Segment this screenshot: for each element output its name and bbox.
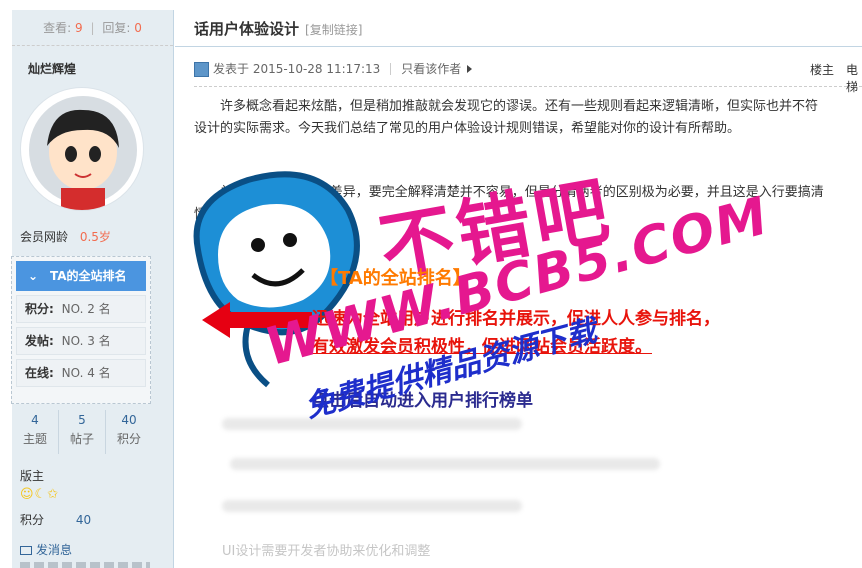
send-message-link[interactable]: 发消息 xyxy=(20,541,72,558)
rank-row-posts: 发帖: NO. 3 名 xyxy=(16,327,146,355)
send-message-label: 发消息 xyxy=(36,543,73,557)
rank-row-label: 积分: xyxy=(25,302,54,316)
promo-line-1: 迅速为全站用户进行排名并展示，促进人人参与排名， xyxy=(312,309,720,329)
avatar[interactable] xyxy=(20,87,144,211)
meta-divider xyxy=(390,63,392,75)
envelope-icon xyxy=(20,546,32,555)
counter-value: 40 xyxy=(121,413,137,427)
user-points: 积分 40 xyxy=(20,511,91,528)
post-paragraph: 设计的实际需求。今天我们总结了常见的用户体验设计规则错误，希望能对你的设计有所帮… xyxy=(194,118,862,140)
rank-row-value: NO. 3 名 xyxy=(61,334,111,348)
blurred-text xyxy=(222,418,522,430)
promo-line-2: 有效激发会员积极性，促进网站会员活跃度。 xyxy=(312,337,652,357)
rank-row-label: 发帖: xyxy=(25,334,54,348)
watermark-slogan: 免费提供精品资源下载 xyxy=(301,313,601,426)
author-name[interactable]: 灿烂辉煌 xyxy=(12,46,173,77)
user-role[interactable]: 版主 xyxy=(20,467,44,484)
stats-divider: | xyxy=(90,21,95,35)
paragraph-line: 设计的实际需求。今天我们总结了常见的用户体验设计规则错误，希望能对你的设计有所帮… xyxy=(194,121,741,136)
replies-label: 回复: xyxy=(102,21,131,35)
faint-line: UI设计需要开发者协助来优化和调整 xyxy=(222,544,431,559)
title-divider xyxy=(175,46,862,47)
avatar-image xyxy=(29,96,137,210)
user-points-label: 积分 xyxy=(20,513,45,527)
thread-title: 话用户体验设计 [复制链接] xyxy=(194,18,362,39)
caret-right-icon xyxy=(467,65,473,73)
online-status-icon xyxy=(194,61,209,77)
paragraph-line: 情。 xyxy=(194,207,221,222)
member-age: 会员网龄 0.5岁 xyxy=(20,228,111,245)
replies-count: 0 xyxy=(134,21,142,35)
counter-points[interactable]: 40 积分 xyxy=(106,410,152,454)
paragraph-line: 关于UI和UX之间的差异，要完全解释清楚并不容易，但是分清两者的区别极为必要，并… xyxy=(220,185,824,200)
counter-label: 帖子 xyxy=(69,432,94,446)
site-rank-button-label: TA的全站排名 xyxy=(50,269,127,283)
counter-label: 主题 xyxy=(22,432,47,446)
post-date: 发表于 2015-10-28 11:17:13 xyxy=(213,62,381,76)
elevator-link[interactable]: 电梯 xyxy=(846,61,862,95)
member-age-label: 会员网龄 xyxy=(20,230,69,244)
views-count: 9 xyxy=(75,21,83,35)
member-age-value: 0.5岁 xyxy=(79,230,111,244)
chevron-down-icon: ⌄ xyxy=(28,269,39,283)
thread-title-text: 话用户体验设计 xyxy=(194,20,300,38)
rank-row-value: NO. 4 名 xyxy=(61,366,111,380)
meta-divider-line xyxy=(194,86,862,87)
author-counters: 4 主题 5 帖子 40 积分 xyxy=(12,410,152,454)
counter-value: 5 xyxy=(78,413,86,427)
counter-value: 4 xyxy=(31,413,39,427)
arrow-left-icon xyxy=(202,302,312,338)
post-paragraph: 情。 xyxy=(194,204,862,226)
counter-threads[interactable]: 4 主题 xyxy=(12,410,59,454)
site-rank-box: ⌄ TA的全站排名 积分: NO. 2 名 发帖: NO. 3 名 在线: NO… xyxy=(11,256,151,404)
only-author-link[interactable]: 只看该作者 xyxy=(401,61,461,77)
rank-row-points: 积分: NO. 2 名 xyxy=(16,295,146,323)
floor-label: 楼主 xyxy=(810,63,835,77)
copy-link-button[interactable]: [复制链接] xyxy=(305,23,362,37)
paragraph-line: 许多概念看起来炫酷，但是稍加推敲就会发现它的谬误。还有一些规则看起来逻辑清晰，但… xyxy=(220,99,819,114)
thread-stats: 查看: 9 | 回复: 0 xyxy=(12,10,173,46)
medal-icons: ☺☾✩ xyxy=(20,487,60,502)
blurred-text xyxy=(222,500,522,512)
views-label: 查看: xyxy=(43,21,72,35)
promo-ranking-link[interactable]: 点击后自动进入用户排行榜单 xyxy=(312,386,533,411)
profile-links-strip xyxy=(20,562,150,568)
blurred-text xyxy=(230,458,660,470)
user-points-value: 40 xyxy=(75,513,92,527)
rank-row-value: NO. 2 名 xyxy=(61,302,111,316)
rank-row-online: 在线: NO. 4 名 xyxy=(16,359,146,387)
post-meta: 发表于 2015-10-28 11:17:13 只看该作者 xyxy=(194,61,473,77)
faint-heading: UX设计(用户体验设计) xyxy=(222,250,355,265)
promo-title: 【TA的全站排名】 xyxy=(320,268,471,289)
post-paragraph: 关于UI和UX之间的差异，要完全解释清楚并不容易，但是分清两者的区别极为必要，并… xyxy=(194,182,862,204)
site-rank-button[interactable]: ⌄ TA的全站排名 xyxy=(16,261,146,291)
rank-row-label: 在线: xyxy=(25,366,54,380)
post-paragraph: 许多概念看起来炫酷，但是稍加推敲就会发现它的谬误。还有一些规则看起来逻辑清晰，但… xyxy=(194,96,862,118)
counter-posts[interactable]: 5 帖子 xyxy=(59,410,106,454)
counter-label: 积分 xyxy=(116,432,141,446)
